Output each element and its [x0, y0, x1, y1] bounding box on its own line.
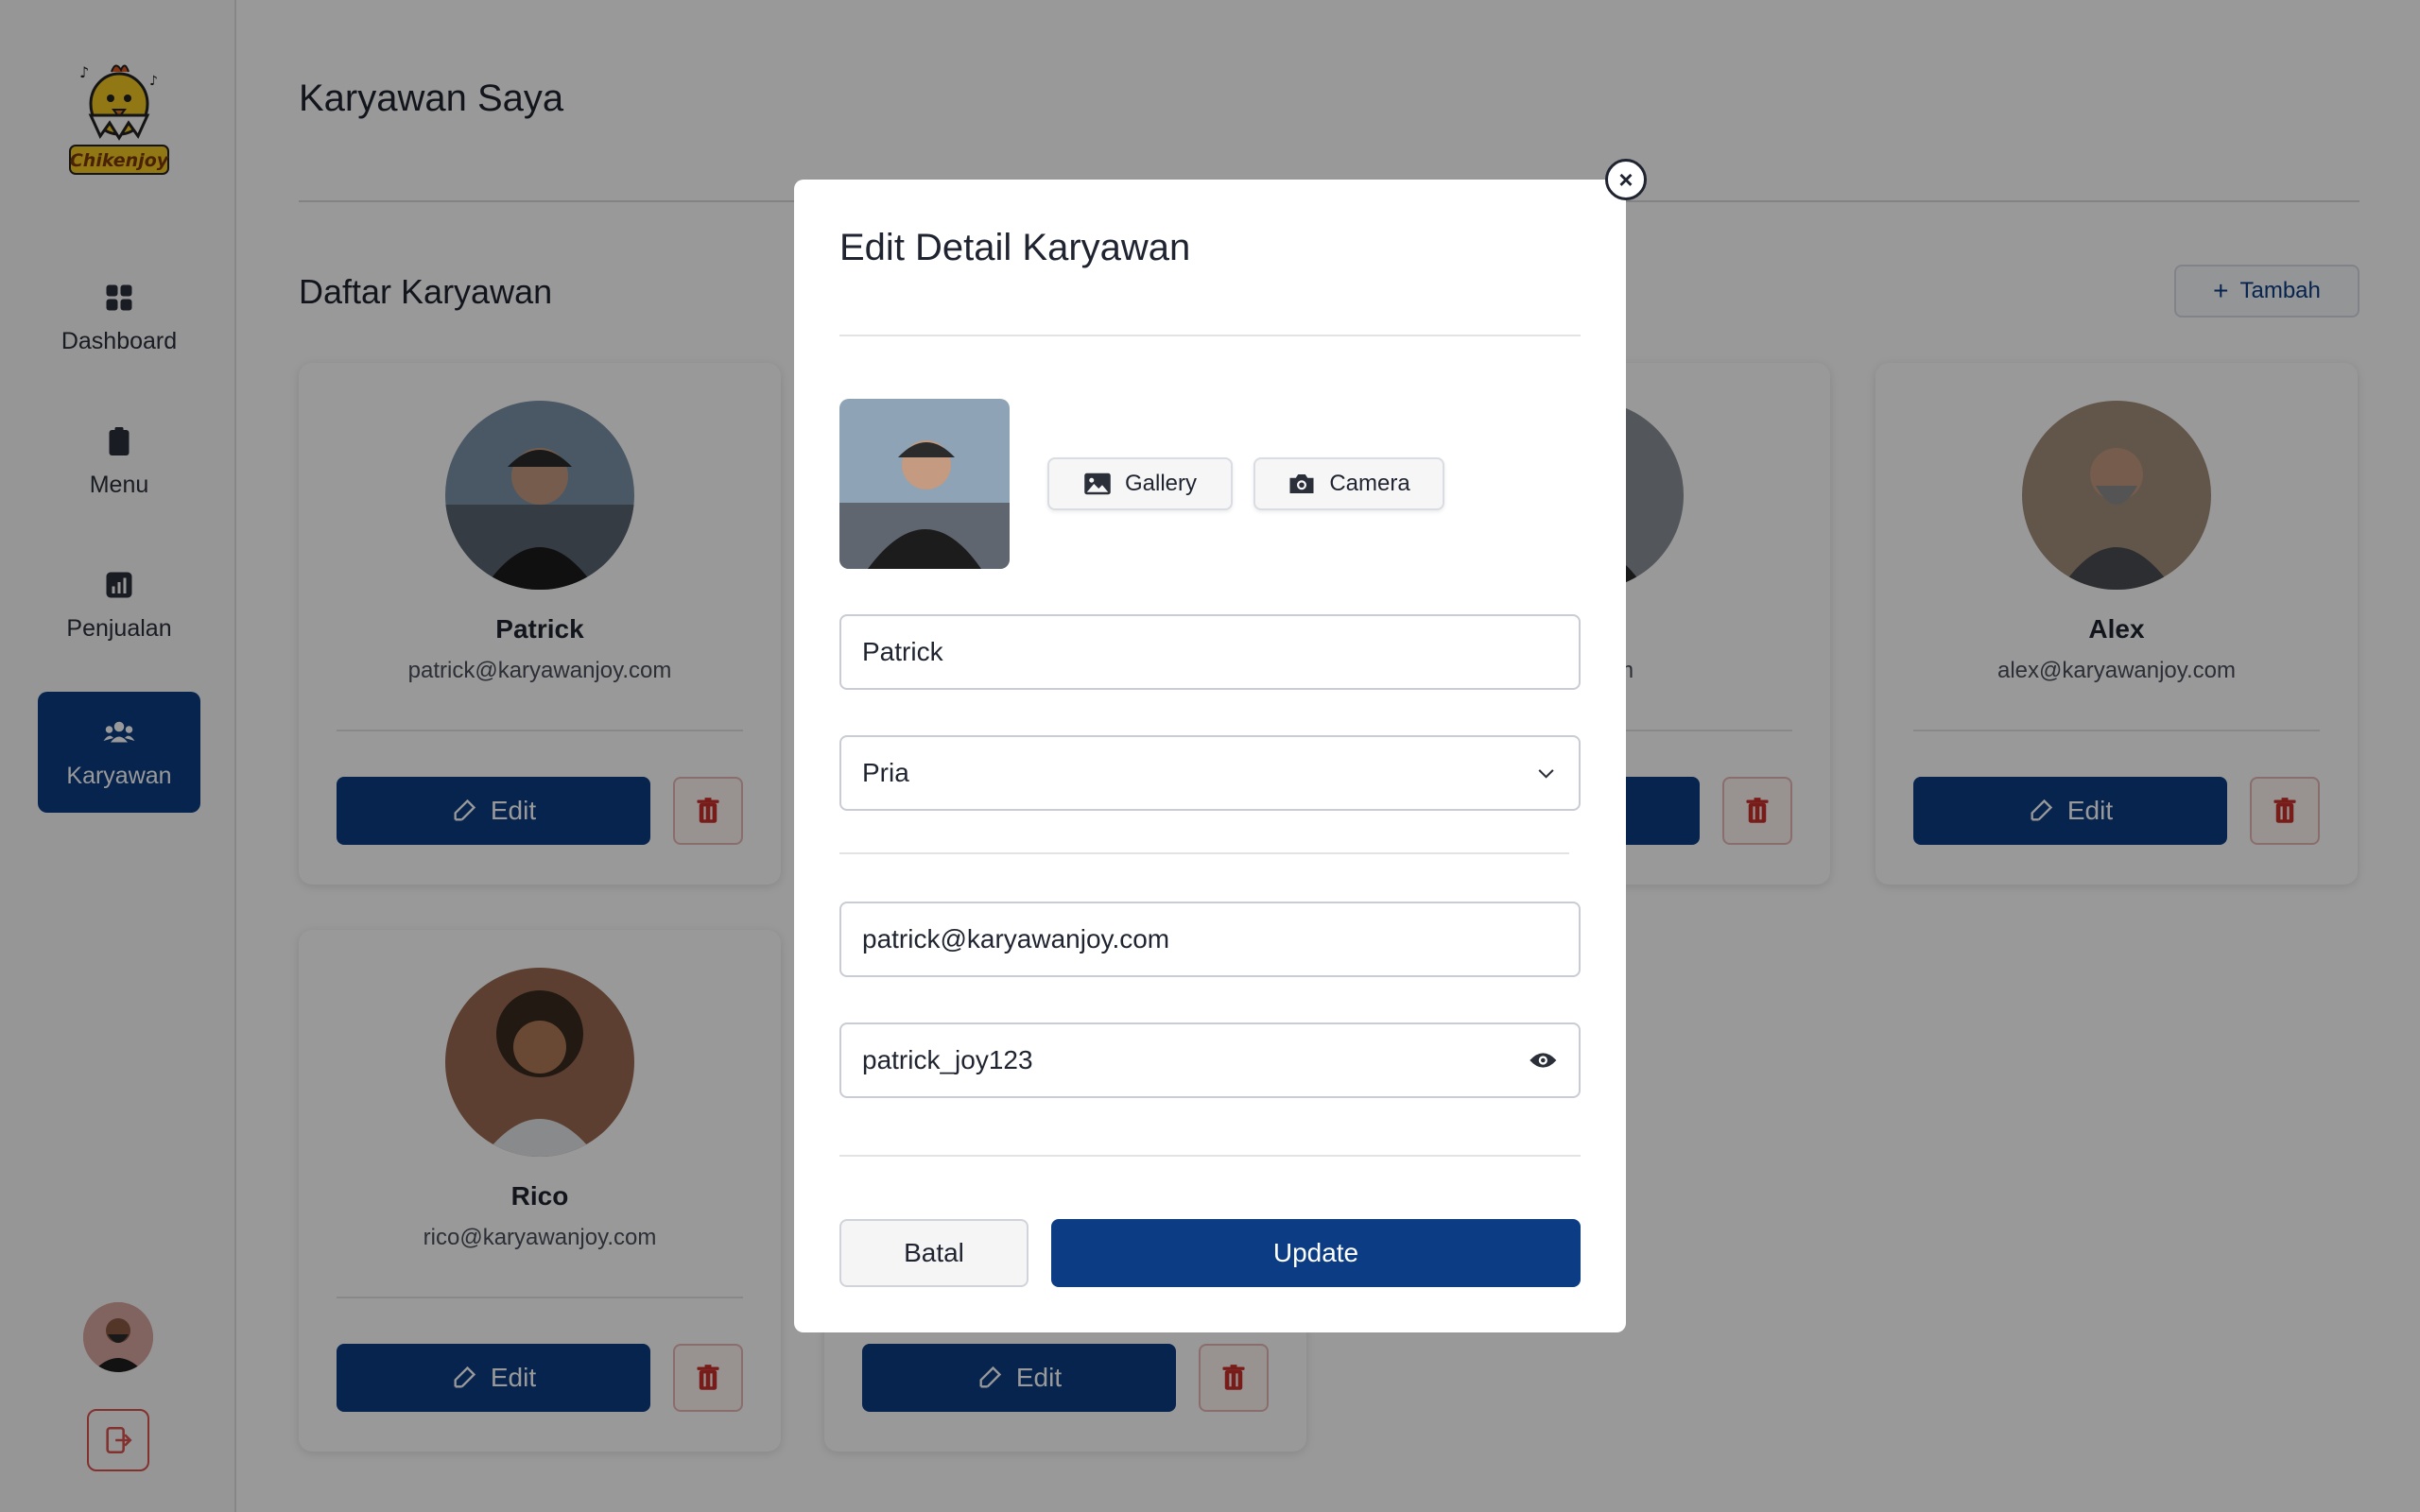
- modal-divider: [839, 1155, 1581, 1157]
- edit-employee-modal: Edit Detail Karyawan Gallery Camera Patr…: [794, 180, 1626, 1332]
- cancel-button[interactable]: Batal: [839, 1219, 1028, 1287]
- image-icon: [1084, 472, 1111, 495]
- gender-value: Pria: [862, 758, 909, 787]
- gallery-label: Gallery: [1124, 471, 1198, 496]
- email-field[interactable]: patrick@karyawanjoy.com: [839, 902, 1581, 977]
- name-value: Patrick: [862, 637, 943, 666]
- password-field[interactable]: patrick_joy123: [839, 1022, 1581, 1098]
- email-value: patrick@karyawanjoy.com: [862, 924, 1170, 954]
- chevron-down-icon: [1538, 769, 1554, 779]
- close-modal-button[interactable]: ×: [1605, 159, 1647, 200]
- gallery-button[interactable]: Gallery: [1047, 457, 1233, 510]
- update-button[interactable]: Update: [1051, 1219, 1581, 1287]
- eye-icon[interactable]: [1529, 1049, 1558, 1072]
- name-field[interactable]: Patrick: [839, 614, 1581, 690]
- employee-photo: [839, 399, 1010, 569]
- gender-select[interactable]: Pria: [839, 735, 1581, 811]
- camera-button[interactable]: Camera: [1253, 457, 1444, 510]
- modal-divider: [839, 852, 1569, 854]
- close-icon: ×: [1618, 165, 1634, 194]
- modal-title: Edit Detail Karyawan: [839, 227, 1191, 268]
- camera-icon: [1289, 474, 1314, 493]
- modal-divider: [839, 335, 1581, 336]
- camera-label: Camera: [1329, 471, 1410, 496]
- password-value: patrick_joy123: [862, 1045, 1033, 1074]
